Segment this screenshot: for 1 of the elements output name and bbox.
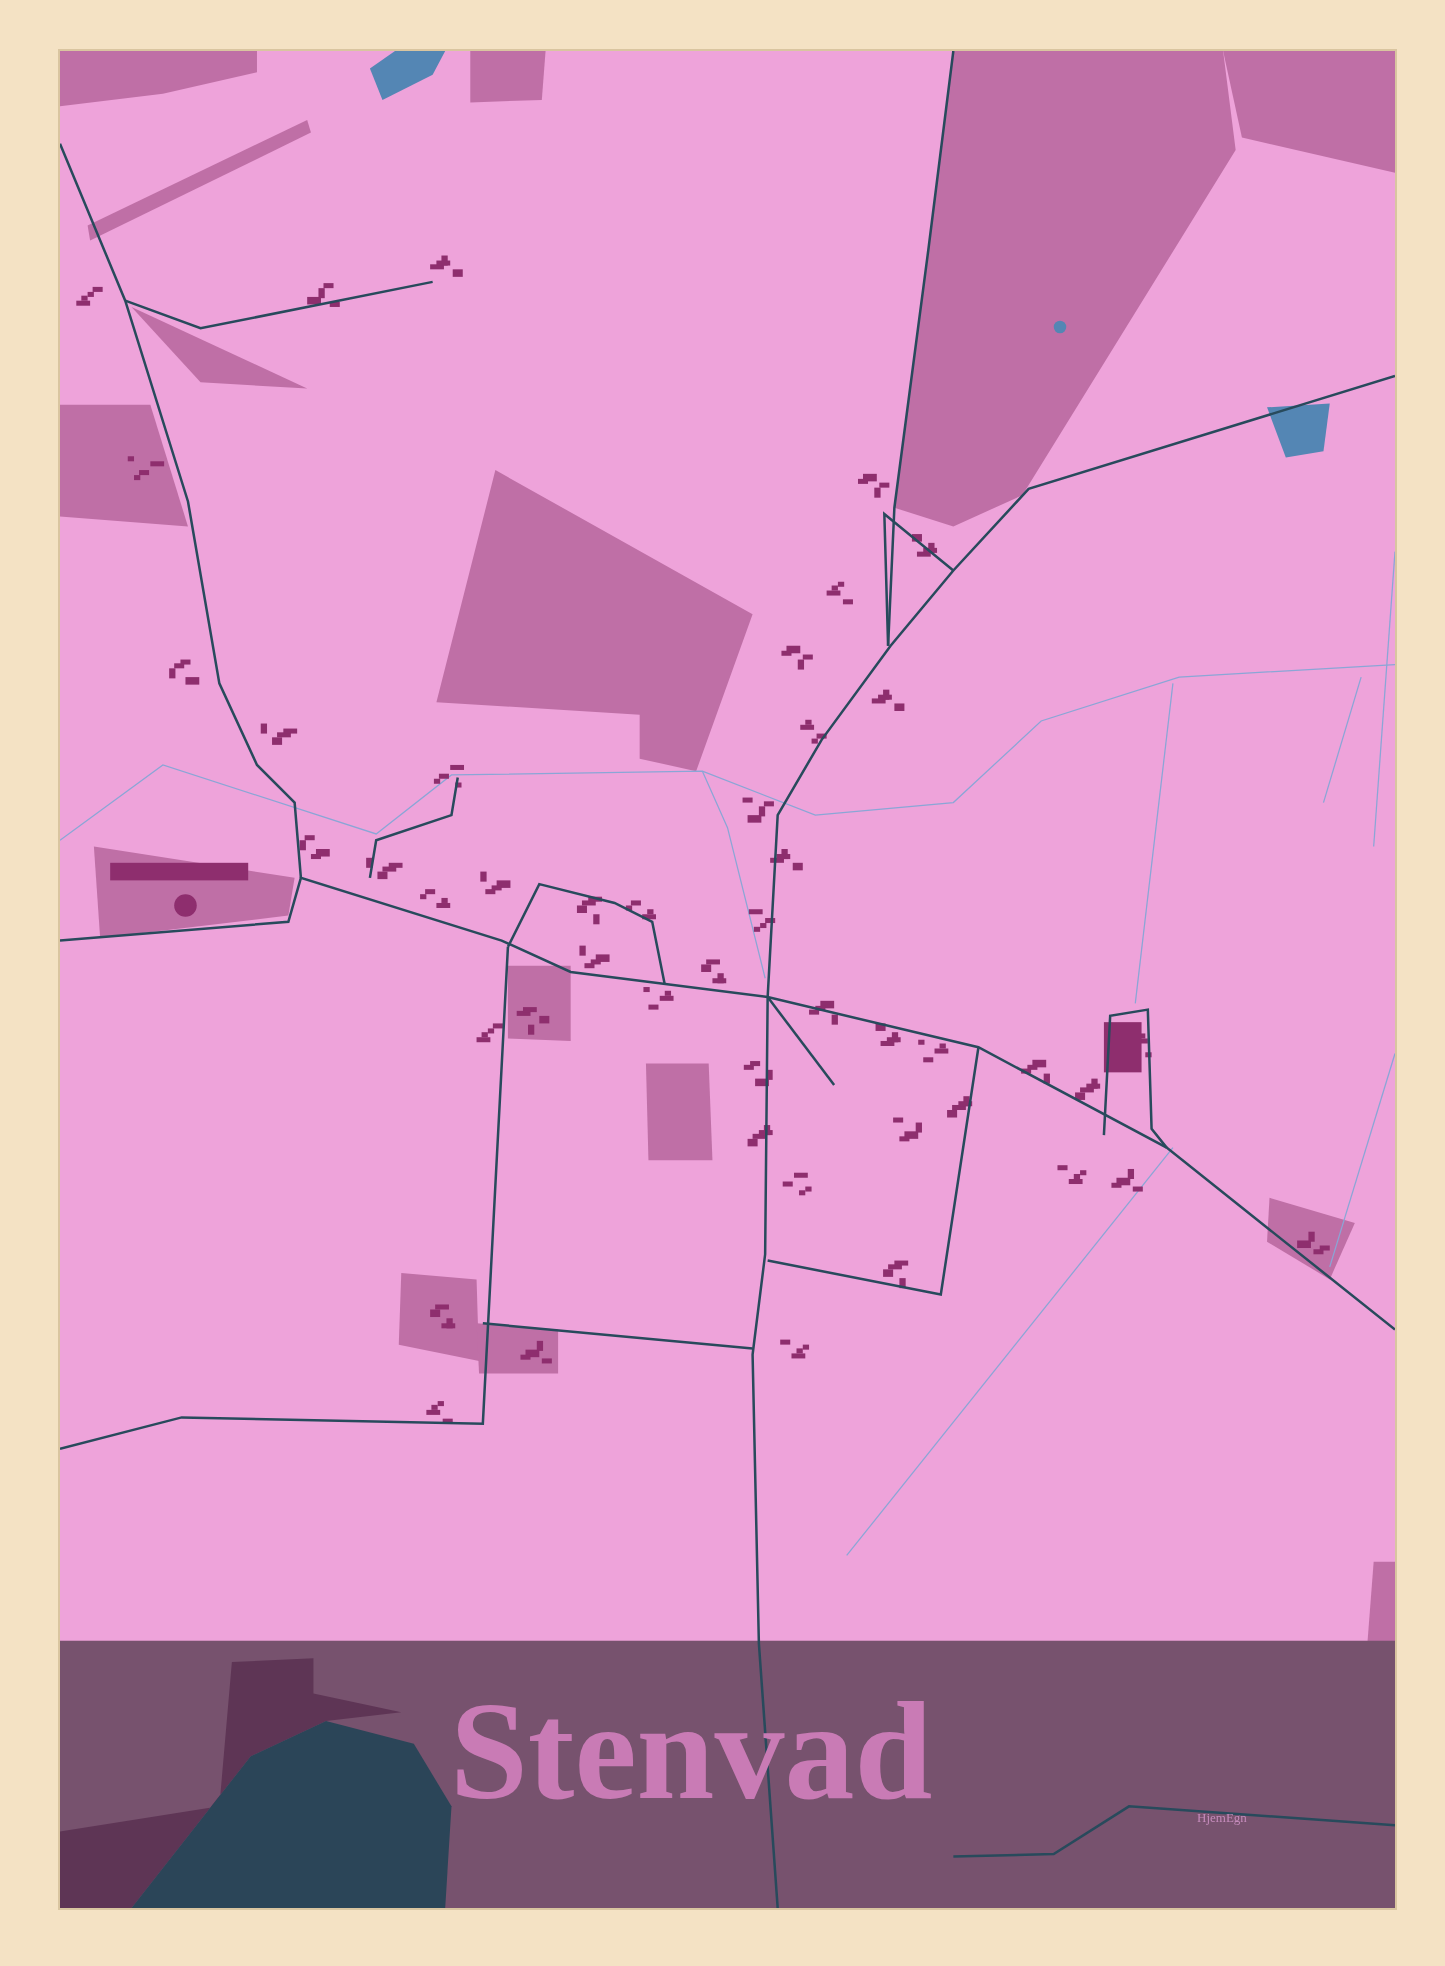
brand-mark: HjemEgn bbox=[1197, 1811, 1247, 1824]
